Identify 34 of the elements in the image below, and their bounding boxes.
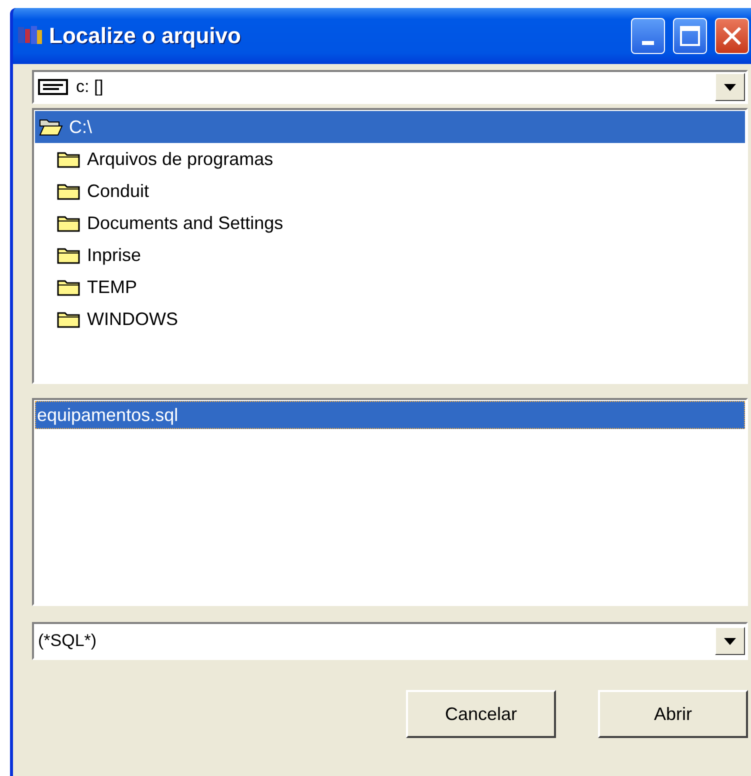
folder-icon bbox=[57, 278, 81, 296]
drive-value: c: [] bbox=[76, 77, 104, 97]
cancel-button[interactable]: Cancelar bbox=[406, 690, 556, 738]
filter-value: (*SQL*) bbox=[38, 631, 97, 651]
dropdown-button[interactable] bbox=[715, 73, 745, 101]
open-button[interactable]: Abrir bbox=[598, 690, 748, 738]
folder-icon bbox=[57, 214, 81, 232]
folder-item[interactable]: Inprise bbox=[35, 239, 745, 271]
app-icon bbox=[17, 25, 43, 47]
folder-icon bbox=[57, 182, 81, 200]
maximize-icon bbox=[679, 25, 701, 47]
minimize-button[interactable] bbox=[631, 18, 665, 54]
drive-dropdown[interactable]: c: [] bbox=[32, 70, 748, 104]
folder-item[interactable]: Documents and Settings bbox=[35, 207, 745, 239]
close-button[interactable] bbox=[715, 18, 749, 54]
caret-icon bbox=[724, 84, 736, 90]
folder-icon bbox=[57, 310, 81, 328]
folder-item[interactable]: TEMP bbox=[35, 271, 745, 303]
caret-icon bbox=[724, 638, 736, 644]
window-title: Localize o arquivo bbox=[49, 23, 242, 49]
folder-item[interactable]: Conduit bbox=[35, 175, 745, 207]
drive-icon bbox=[38, 79, 68, 95]
folder-item[interactable]: WINDOWS bbox=[35, 303, 745, 335]
folder-item[interactable]: C:\ bbox=[35, 111, 745, 143]
maximize-button[interactable] bbox=[673, 18, 707, 54]
filter-dropdown[interactable]: (*SQL*) bbox=[32, 622, 748, 660]
file-item[interactable]: equipamentos.sql bbox=[35, 401, 745, 429]
folder-item[interactable]: Arquivos de programas bbox=[35, 143, 745, 175]
folder-icon bbox=[39, 118, 63, 136]
dropdown-button[interactable] bbox=[715, 627, 745, 655]
folder-icon bbox=[57, 150, 81, 168]
close-icon bbox=[721, 25, 743, 47]
minimize-icon bbox=[642, 41, 654, 45]
folder-icon bbox=[57, 246, 81, 264]
